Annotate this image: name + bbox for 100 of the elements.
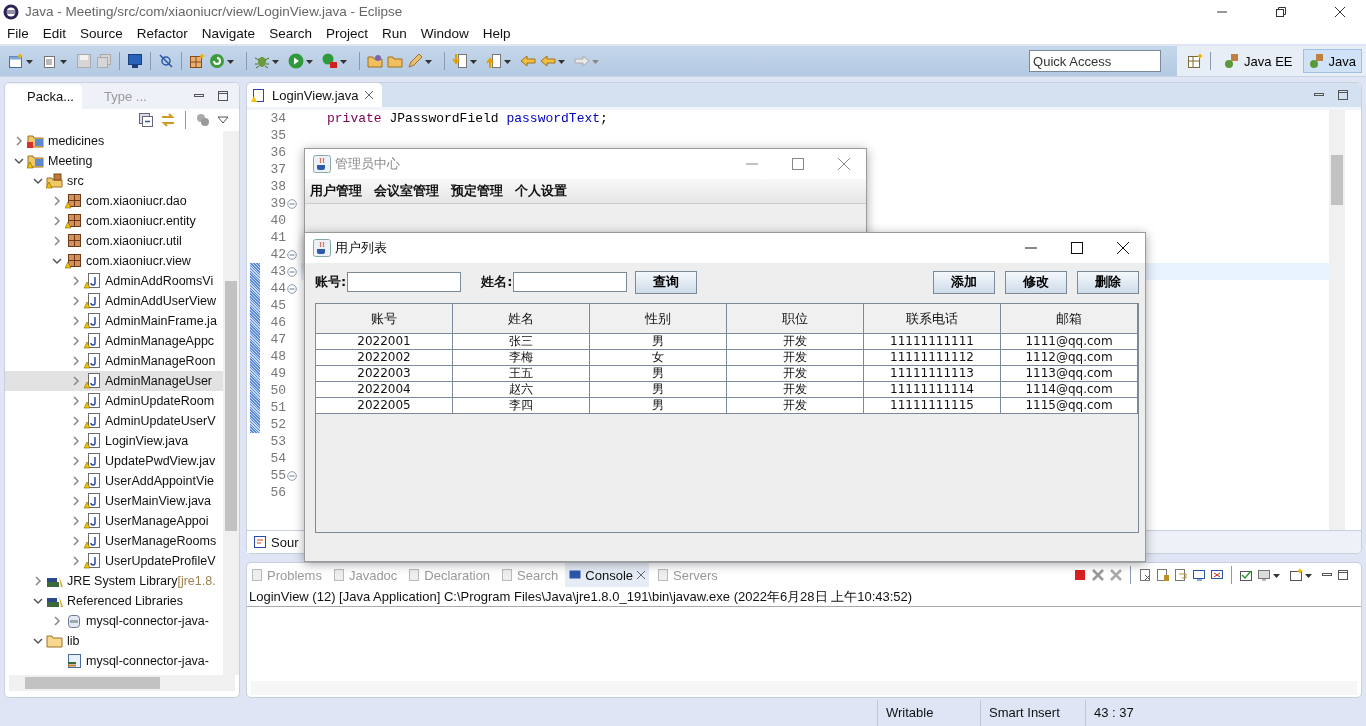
refresh-icon[interactable] (209, 53, 225, 69)
display-console-icon[interactable] (1210, 568, 1224, 582)
menu-item[interactable]: Run (381, 26, 414, 41)
tree-item[interactable]: AdminManageUser (5, 371, 223, 391)
menu-item[interactable]: 会议室管理 (374, 182, 439, 200)
tree-item[interactable]: AdminMainFrame.ja (5, 311, 223, 331)
previous-annotation-icon[interactable] (486, 53, 502, 69)
action-button[interactable]: 修改 (1005, 270, 1067, 294)
tree-item[interactable]: AdminUpdateRoom (5, 391, 223, 411)
tree-item[interactable]: com.xiaoniucr.dao (5, 191, 223, 211)
tree-item[interactable]: AdminManageAppc (5, 331, 223, 351)
perspective-button[interactable]: Java EE (1218, 49, 1299, 73)
input-field[interactable] (347, 272, 462, 292)
maximize-icon[interactable] (217, 90, 229, 102)
menu-item[interactable]: 预定管理 (451, 182, 503, 200)
view-tab[interactable]: Packa... (5, 83, 82, 109)
open-console-icon[interactable] (1289, 568, 1303, 582)
scrollbar[interactable] (223, 131, 239, 675)
search-button[interactable]: 查询 (635, 270, 698, 294)
pin-console-icon[interactable] (1192, 568, 1206, 582)
new-file-icon[interactable] (8, 53, 24, 69)
tree-item[interactable]: UserAddAppointVie (5, 471, 223, 491)
menu-item[interactable]: Refactor (136, 26, 195, 41)
filter-icon[interactable] (195, 112, 211, 128)
next-annotation-icon[interactable] (452, 53, 468, 69)
tree-item[interactable]: com.xiaoniucr.view (5, 251, 223, 271)
tree-item[interactable]: UserManageRooms (5, 531, 223, 551)
tree-item[interactable]: UserUpdateProfileV (5, 551, 223, 571)
stop-icon[interactable] (1073, 568, 1087, 582)
menu-item[interactable]: File (7, 26, 36, 41)
menu-item[interactable]: Search (269, 26, 319, 41)
scrollbar[interactable] (9, 675, 235, 691)
source-tab[interactable]: Sour (247, 531, 305, 553)
tree-item[interactable]: lib (5, 631, 223, 651)
word-wrap-icon[interactable] (1174, 568, 1188, 582)
close-icon[interactable] (1334, 5, 1346, 18)
monitor-icon[interactable] (1257, 568, 1271, 582)
clear-console-icon[interactable] (1138, 568, 1152, 582)
collapse-all-icon[interactable] (138, 112, 154, 128)
tree-item[interactable]: src (5, 171, 223, 191)
tree-item[interactable]: UserMainView.java (5, 491, 223, 511)
tree-item[interactable]: JRE System Library[jre1.8. (5, 571, 223, 591)
editor-tab[interactable]: LoginView.java (247, 83, 382, 107)
menu-item[interactable]: 用户管理 (310, 182, 362, 200)
open-perspective-icon[interactable] (1187, 53, 1204, 69)
menu-item[interactable]: 个人设置 (515, 182, 567, 200)
tree-item[interactable]: UpdatePwdView.jav (5, 451, 223, 471)
tree-item[interactable]: AdminManageRoon (5, 351, 223, 371)
fold-icon[interactable] (287, 283, 297, 294)
tree-item[interactable]: AdminAddRoomsVi (5, 271, 223, 291)
menu-item[interactable]: Window (420, 26, 476, 41)
tree-item[interactable]: AdminUpdateUserV (5, 411, 223, 431)
link-editor-icon[interactable] (160, 112, 176, 128)
tree-item[interactable]: LoginView.java (5, 431, 223, 451)
skip-breakpoints-icon[interactable] (158, 53, 174, 69)
last-edit-icon[interactable] (520, 53, 536, 69)
tree-item[interactable]: com.xiaoniucr.util (5, 231, 223, 251)
tree-item[interactable]: UserManageAppoi (5, 511, 223, 531)
fold-icon[interactable] (287, 249, 297, 260)
remove-all-icon[interactable] (1109, 568, 1123, 582)
remove-icon[interactable] (1091, 568, 1105, 582)
tree-item[interactable]: com.xiaoniucr.entity (5, 211, 223, 231)
menu-item[interactable]: Source (80, 26, 130, 41)
view-tab[interactable]: Console (565, 563, 649, 587)
fold-icon[interactable] (287, 470, 297, 481)
input-field[interactable] (513, 272, 628, 292)
view-menu-icon[interactable] (217, 114, 229, 126)
tree-item[interactable]: AdminAddUserView (5, 291, 223, 311)
folder-icon[interactable] (367, 53, 383, 69)
new-console-icon[interactable] (1239, 568, 1253, 582)
folder-icon[interactable] (387, 53, 403, 69)
line-number: 43 (269, 264, 286, 279)
run-icon[interactable] (288, 53, 304, 69)
save-icon[interactable] (76, 53, 92, 69)
quick-access-field[interactable]: Quick Access (1029, 50, 1162, 72)
perspective-button[interactable]: Java (1302, 49, 1362, 73)
tree-item[interactable]: medicines (5, 131, 223, 151)
document-icon (656, 568, 670, 582)
fold-icon[interactable] (287, 198, 297, 209)
menu-item[interactable]: Navigate (201, 26, 263, 41)
tree-item[interactable]: mysql-connector-java- (5, 651, 223, 671)
close-icon[interactable] (1117, 242, 1129, 254)
new-class-icon[interactable] (42, 53, 58, 69)
maximize-icon[interactable] (1071, 242, 1083, 254)
run-external-icon[interactable] (322, 53, 338, 69)
menu-item[interactable]: Edit (42, 26, 74, 41)
action-button[interactable]: 删除 (1077, 270, 1139, 294)
action-button[interactable]: 添加 (933, 270, 995, 294)
tree-item[interactable]: mysql-connector-java- (5, 611, 223, 631)
restore-icon[interactable] (1275, 5, 1287, 18)
fold-icon[interactable] (287, 266, 297, 277)
tree-item[interactable]: Meeting (5, 151, 223, 171)
scrollbar[interactable] (1329, 110, 1345, 530)
monitor-icon[interactable] (127, 53, 143, 69)
grid-icon[interactable] (189, 53, 205, 69)
menu-item[interactable]: Help (482, 26, 518, 41)
menu-item[interactable]: Project (325, 26, 375, 41)
maximize-icon[interactable] (1337, 569, 1349, 581)
scroll-lock-icon[interactable] (1156, 568, 1170, 582)
tree-item[interactable]: Referenced Libraries (5, 591, 223, 611)
